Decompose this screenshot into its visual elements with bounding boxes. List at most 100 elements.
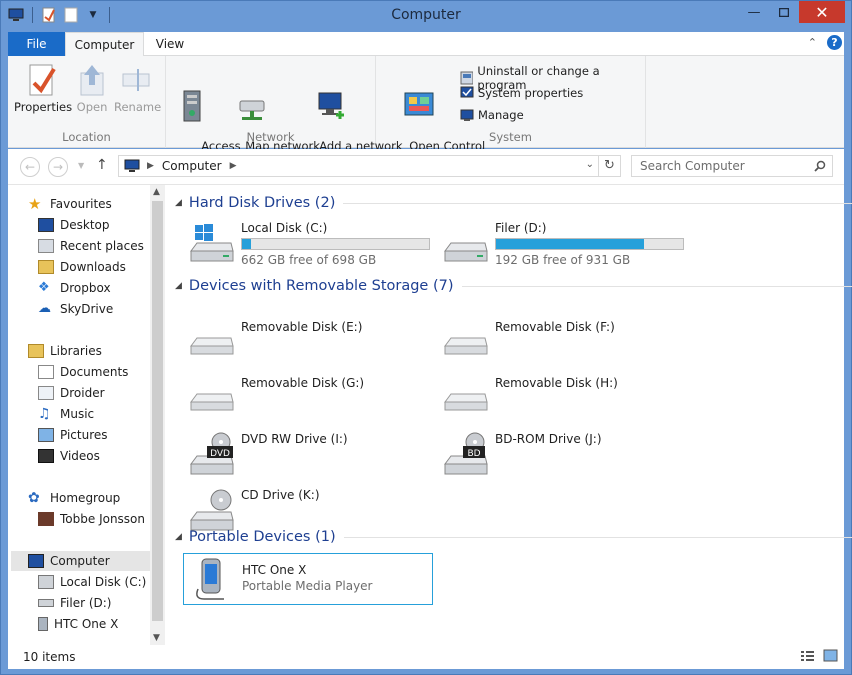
address-bar-row: ← → ▼ ↑ ▶ Computer ▶ ⌄ ↻ Search Computer (8, 149, 844, 185)
maximize-button[interactable] (769, 1, 799, 23)
title-bar: ▼ Computer — ✕ (1, 1, 851, 31)
address-dropdown-icon[interactable]: ⌄ (586, 159, 594, 170)
collapse-icon[interactable]: ◢ (175, 532, 182, 542)
sidebar-item-filer[interactable]: Filer (D:) (38, 593, 111, 613)
section-hard-disk-drives[interactable]: ◢ Hard Disk Drives (2) (175, 195, 852, 211)
rename-label: Rename (114, 100, 162, 114)
sidebar-item-user[interactable]: Tobbe Jonsson (38, 509, 145, 529)
collapse-icon[interactable]: ◢ (175, 281, 182, 291)
sidebar-item-local-disk[interactable]: Local Disk (C:) (38, 572, 146, 592)
sidebar-item-homegroup[interactable]: ✿ Homegroup (28, 488, 120, 508)
close-button[interactable]: ✕ (799, 1, 845, 23)
address-box[interactable]: ▶ Computer ▶ ⌄ ↻ (118, 155, 621, 177)
open-icon (80, 65, 104, 96)
collapse-icon[interactable]: ◢ (175, 198, 182, 208)
removable-disk-icon (444, 393, 488, 411)
sidebar-item-dropbox[interactable]: ❖ Dropbox (38, 278, 111, 298)
large-icons-view-icon[interactable] (823, 649, 838, 663)
open-label: Open (76, 100, 108, 114)
scroll-down-icon[interactable]: ▼ (153, 633, 160, 643)
sidebar-item-downloads[interactable]: Downloads (38, 257, 126, 277)
ribbon: Properties Open Rename Location Access m… (8, 56, 844, 166)
sidebar-item-favourites[interactable]: ★ Favourites (28, 194, 112, 214)
sidebar-scrollbar[interactable]: ▲ ▼ (150, 185, 165, 645)
scrollbar-thumb[interactable] (152, 201, 163, 621)
sidebar-item-desktop[interactable]: Desktop (38, 215, 110, 235)
breadcrumb-arrow-icon[interactable]: ▶ (147, 161, 154, 171)
help-icon[interactable]: ? (827, 35, 842, 50)
videos-icon (38, 449, 54, 463)
section-removable-storage[interactable]: ◢ Devices with Removable Storage (7) (175, 278, 852, 294)
open-button[interactable]: Open (70, 62, 114, 114)
navigation-pane: ★ Favourites Desktop Recent places Downlo… (8, 185, 165, 645)
removable-disk-h[interactable]: Removable Disk (H:) (437, 376, 687, 428)
removable-disk-f[interactable]: Removable Disk (F:) (437, 320, 687, 372)
sidebar-item-documents[interactable]: Documents (38, 362, 128, 382)
location-group: Properties Open Rename Location (8, 56, 166, 148)
sidebar-item-computer[interactable]: Computer (11, 551, 151, 571)
recent-locations-icon[interactable]: ▼ (78, 161, 84, 170)
item-count: 10 items (23, 650, 76, 664)
up-button[interactable]: ↑ (96, 157, 108, 173)
skydrive-icon: ☁ (38, 301, 51, 316)
search-placeholder: Search Computer (640, 159, 745, 173)
refresh-button[interactable]: ↻ (598, 156, 620, 176)
manage-button[interactable]: Manage (460, 108, 524, 122)
tab-view[interactable]: View (144, 32, 196, 56)
sidebar-item-skydrive[interactable]: ☁ SkyDrive (38, 299, 113, 319)
window-title: Computer (391, 7, 461, 23)
sidebar-item-videos[interactable]: Videos (38, 446, 100, 466)
avatar (38, 512, 54, 526)
local-disk-icon (38, 575, 54, 589)
hard-drive-icon (444, 242, 488, 262)
scroll-up-icon[interactable]: ▲ (153, 187, 160, 197)
properties-button[interactable]: Properties (14, 62, 73, 114)
dvd-rw-drive[interactable]: DVD DVD RW Drive (I:) (183, 432, 433, 484)
forward-button[interactable]: → (48, 157, 68, 177)
details-view-icon[interactable] (800, 649, 815, 663)
location-group-label: Location (62, 130, 111, 144)
breadcrumb-arrow-icon[interactable]: ▶ (230, 161, 237, 171)
drive-c[interactable]: Local Disk (C:) 662 GB free of 698 GB (183, 221, 433, 273)
tab-computer[interactable]: Computer (65, 32, 144, 57)
window-controls: — ✕ (739, 1, 845, 23)
search-icon[interactable] (814, 156, 826, 178)
sidebar-item-recent-places[interactable]: Recent places (38, 236, 144, 256)
tab-file[interactable]: File (8, 32, 65, 56)
bd-rom-drive[interactable]: BD BD-ROM Drive (J:) (437, 432, 687, 484)
collapse-ribbon-icon[interactable]: ⌃ (808, 36, 817, 49)
sidebar-item-music[interactable]: ♫ Music (38, 404, 94, 424)
media-player-icon (196, 558, 224, 600)
dvd-badge: DVD (210, 449, 230, 459)
removable-disk-icon (190, 393, 234, 411)
ribbon-tabs: File Computer View ⌃ ? (8, 32, 844, 57)
removable-disk-icon (444, 337, 488, 355)
drive-d[interactable]: Filer (D:) 192 GB free of 931 GB (437, 221, 687, 273)
sidebar-item-droider[interactable]: Droider (38, 383, 105, 403)
music-icon: ♫ (38, 406, 51, 422)
drive-free-space: 662 GB free of 698 GB (241, 253, 377, 267)
system-properties-icon (460, 86, 474, 98)
sidebar-item-pictures[interactable]: Pictures (38, 425, 108, 445)
removable-disk-icon (190, 337, 234, 355)
sidebar-item-htc[interactable]: HTC One X (38, 614, 118, 634)
back-button[interactable]: ← (20, 157, 40, 177)
rename-icon (122, 69, 150, 91)
phone-icon (38, 617, 48, 631)
bd-drive-icon: BD (444, 432, 488, 475)
sidebar-item-libraries[interactable]: Libraries (28, 341, 102, 361)
breadcrumb-computer[interactable]: Computer (162, 159, 222, 173)
removable-disk-g[interactable]: Removable Disk (G:) (183, 376, 433, 428)
search-input[interactable]: Search Computer (631, 155, 833, 177)
manage-label: Manage (478, 108, 524, 122)
downloads-icon (38, 260, 54, 274)
properties-label: Properties (14, 100, 73, 114)
minimize-button[interactable]: — (739, 1, 769, 23)
removable-disk-e[interactable]: Removable Disk (E:) (183, 320, 433, 372)
rename-button[interactable]: Rename (114, 62, 162, 114)
drive-usage-bar (241, 238, 430, 250)
portable-device-htc[interactable]: HTC One X Portable Media Player (183, 553, 433, 605)
section-portable-devices[interactable]: ◢ Portable Devices (1) (175, 529, 852, 545)
system-properties-button[interactable]: System properties (460, 86, 583, 100)
windows-drive-icon (190, 224, 234, 262)
